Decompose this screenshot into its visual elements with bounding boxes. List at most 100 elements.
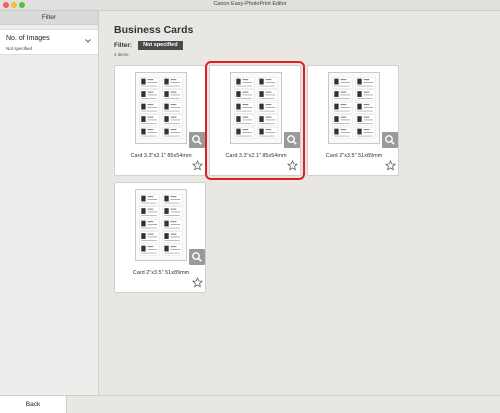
bottom-bar: Back (0, 395, 500, 413)
mini-card-text (170, 82, 181, 83)
mini-card-text (170, 249, 181, 250)
mini-card-text (265, 104, 272, 106)
template-card-selected[interactable]: Card 3.3"x2.1" 85x54mm (205, 61, 305, 180)
mini-card-photo (334, 78, 339, 85)
mini-card-text (357, 110, 373, 112)
star-outline-icon[interactable] (192, 160, 203, 171)
template-card[interactable]: Card 2"x3.5" 51x89mm (307, 65, 399, 176)
template-card[interactable]: Card 2"x3.5" 51x89mm (114, 182, 206, 293)
active-filter-chip[interactable]: Not specified (138, 40, 183, 50)
mini-card-photo (357, 78, 362, 85)
magnifier-icon[interactable] (382, 132, 398, 148)
mini-card-text (363, 116, 370, 118)
star-outline-icon[interactable] (192, 277, 203, 288)
mini-card-text (363, 94, 374, 96)
mini-card-text (340, 79, 347, 81)
mini-card-text (170, 211, 181, 213)
mini-card-text (259, 135, 275, 137)
mini-card-text (147, 129, 154, 131)
mini-card-text (164, 123, 180, 124)
mini-card-text (147, 79, 154, 81)
mini-card-text (147, 196, 154, 198)
mini-card-text (340, 119, 351, 121)
mini-card-photo (141, 245, 146, 252)
filter-header: Filter (0, 11, 98, 25)
mini-card-text (242, 129, 249, 131)
mini-card-text (170, 94, 181, 96)
mini-card-text (170, 107, 181, 108)
template-label: Card 3.3"x2.1" 85x54mm (130, 153, 192, 159)
main-content: Business Cards Filter: Not specified 4 i… (100, 11, 500, 395)
mini-card-text (265, 79, 272, 81)
mini-card-photo (164, 78, 169, 85)
mini-card-text (357, 98, 373, 99)
mini-card-text (340, 107, 351, 108)
mini-card-text (170, 199, 181, 200)
mini-card-photo (141, 103, 146, 110)
template-thumbnail (230, 72, 282, 144)
chevron-down-icon[interactable] (84, 37, 92, 45)
mini-card-text (340, 91, 347, 93)
page-title: Business Cards (114, 24, 194, 36)
mini-card-text (236, 123, 252, 124)
mini-card-text (265, 94, 276, 96)
mini-card-text (170, 233, 177, 235)
mini-card-text (147, 116, 154, 118)
mini-card-photo (164, 208, 169, 214)
mini-card-text (334, 123, 350, 124)
mini-card-text (141, 227, 157, 229)
mini-card-text (141, 85, 157, 87)
mini-card-photo (141, 128, 146, 135)
mini-card-photo (259, 91, 264, 97)
mini-card-photo (334, 91, 339, 97)
mini-card-text (147, 246, 154, 248)
filter-label: No. of Images (6, 35, 50, 42)
mini-card-text (147, 94, 158, 96)
magnifier-icon[interactable] (284, 132, 300, 148)
magnifier-icon[interactable] (189, 249, 205, 265)
mini-card-text (170, 236, 181, 238)
magnifier-icon[interactable] (189, 132, 205, 148)
mini-card-text (170, 221, 177, 223)
mini-card-text (363, 82, 374, 83)
mini-card-text (259, 123, 275, 124)
mini-card-text (170, 132, 181, 133)
mini-card-text (147, 211, 158, 213)
mini-card-text (164, 215, 180, 216)
mini-card-photo (236, 91, 241, 97)
mini-card-photo (164, 91, 169, 97)
mini-card-text (147, 91, 154, 93)
template-label: Card 2"x3.5" 51x89mm (132, 270, 190, 276)
mini-card-photo (259, 103, 264, 110)
mini-card-text (164, 110, 180, 112)
item-count: 4 items (114, 52, 129, 57)
mini-card-text (265, 107, 276, 108)
mini-card-text (170, 208, 177, 210)
back-button[interactable]: Back (0, 396, 67, 413)
mini-card-photo (141, 208, 146, 214)
mini-card-photo (164, 233, 169, 239)
mini-card-text (164, 252, 180, 254)
mini-card-text (259, 98, 275, 99)
mini-card-text (340, 82, 351, 83)
mini-card-text (357, 85, 373, 87)
mini-card-photo (141, 233, 146, 239)
mini-card-text (265, 82, 276, 83)
filter-no-of-images[interactable]: No. of Images Not specified (0, 29, 98, 55)
mini-card-text (236, 85, 252, 87)
mini-card-photo (357, 103, 362, 110)
template-card[interactable]: Card 3.3"x2.1" 85x54mm (114, 65, 206, 176)
mini-card-photo (357, 128, 362, 135)
mini-card-photo (164, 103, 169, 110)
mini-card-text (363, 79, 370, 81)
mini-card-photo (164, 220, 169, 227)
mini-card-photo (164, 128, 169, 135)
star-outline-icon[interactable] (287, 160, 298, 171)
mini-card-text (170, 196, 177, 198)
star-outline-icon[interactable] (385, 160, 396, 171)
mini-card-text (170, 91, 177, 93)
mini-card-photo (357, 91, 362, 97)
mini-card-text (147, 132, 158, 133)
mini-card-text (147, 224, 158, 225)
mini-card-text (242, 79, 249, 81)
